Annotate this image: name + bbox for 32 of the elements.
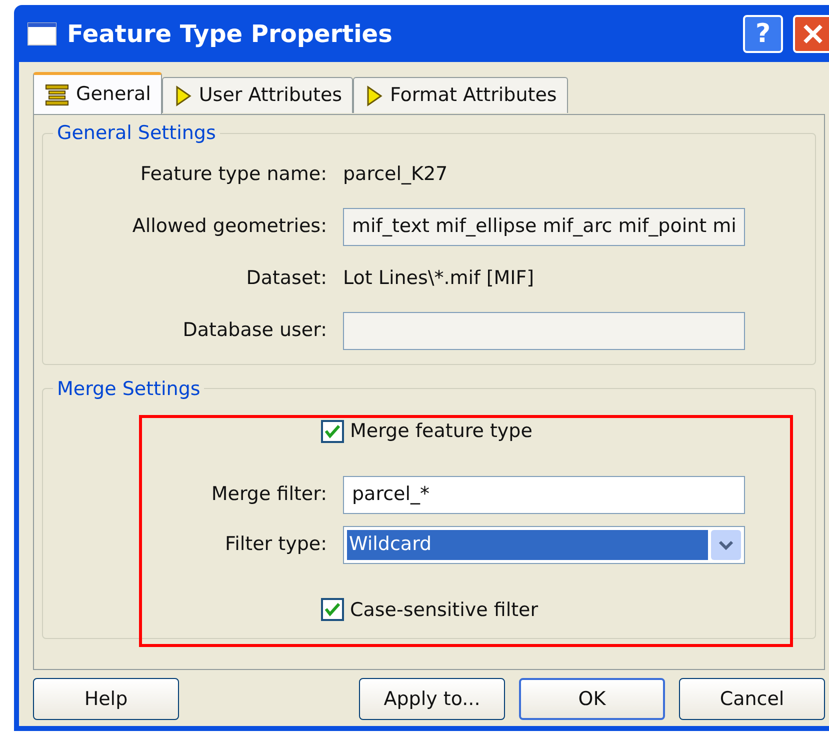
field-value: Lot Lines\*.mif [MIF]	[343, 266, 534, 292]
close-icon	[802, 22, 824, 44]
dialog-button[interactable]: Help	[33, 678, 179, 720]
field-label: Feature type name:	[139, 162, 328, 188]
field-value: parcel_K27	[343, 162, 448, 188]
text-field[interactable]: parcel_*	[343, 476, 745, 514]
checkbox-label: Case-sensitive filter	[350, 598, 538, 622]
group-title: Merge Settings	[56, 376, 202, 402]
field-label: Filter type:	[224, 532, 328, 558]
checkbox[interactable]	[321, 420, 344, 443]
dropdown[interactable]: Wildcard	[343, 526, 745, 564]
field-label: Dataset:	[245, 266, 328, 292]
checkbox-label: Merge feature type	[350, 419, 532, 444]
tab[interactable]: General	[33, 72, 162, 114]
dialog-button[interactable]: Apply to...	[359, 678, 505, 720]
window-icon	[27, 22, 57, 46]
window-title: Feature Type Properties	[67, 18, 394, 50]
text-field[interactable]	[343, 312, 745, 350]
tab[interactable]: Format Attributes	[353, 77, 568, 113]
group-title: General Settings	[56, 121, 217, 146]
field-label: Database user:	[182, 318, 328, 344]
dialog-button[interactable]: Cancel	[679, 678, 825, 720]
list-icon	[44, 82, 70, 106]
text-field[interactable]: mif_text mif_ellipse mif_arc mif_point mi	[343, 208, 745, 246]
help-button[interactable]: ?	[743, 14, 783, 52]
chevron-down-icon	[711, 530, 741, 560]
field-label: Merge filter:	[210, 482, 328, 508]
field-label: Allowed geometries:	[131, 214, 328, 240]
dialog-button[interactable]: OK	[519, 678, 665, 720]
close-button[interactable]	[793, 14, 829, 52]
tab[interactable]: User Attributes	[162, 77, 354, 113]
checkbox[interactable]	[321, 598, 344, 622]
